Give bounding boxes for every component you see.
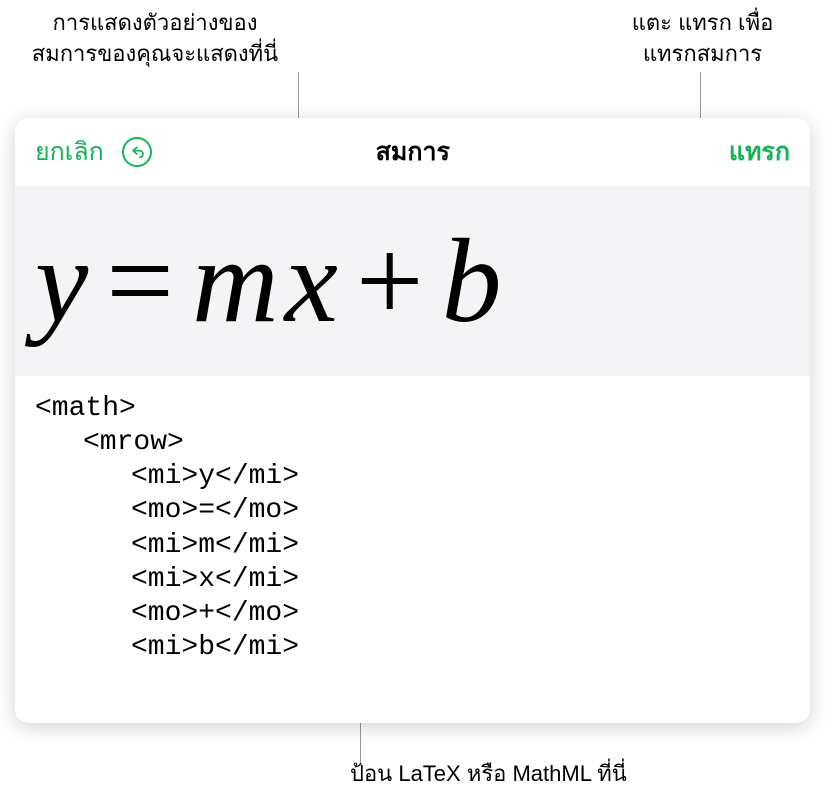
code-line-7: <mo>+</mo> bbox=[35, 597, 790, 631]
code-editor[interactable]: <math> <mrow><mi>y</mi><mo>=</mo><mi>m</… bbox=[15, 376, 810, 723]
code-line-2: <mrow> bbox=[35, 426, 790, 460]
toolbar: ยกเลิก สมการ แทรก bbox=[15, 118, 810, 186]
code-line-6: <mi>x</mi> bbox=[35, 563, 790, 597]
code-line-1: <math> bbox=[35, 393, 136, 424]
code-line-5: <mi>m</mi> bbox=[35, 529, 790, 563]
eq-op-plus: + bbox=[356, 214, 430, 347]
cancel-button[interactable]: ยกเลิก bbox=[35, 132, 104, 172]
callout-editor-text: ป้อน LaTeX หรือ MathML ที่นี่ bbox=[350, 761, 627, 786]
insert-button[interactable]: แทรก bbox=[729, 132, 790, 172]
panel-title: สมการ bbox=[97, 132, 729, 172]
callout-preview: การแสดงตัวอย่างของ สมการของคุณจะแสดงที่น… bbox=[10, 8, 300, 70]
callout-insert-line1: แตะ แทรก เพื่อ bbox=[632, 10, 774, 35]
code-line-3: <mi>y</mi> bbox=[35, 460, 790, 494]
callout-insert: แตะ แทรก เพื่อ แทรกสมการ bbox=[590, 8, 815, 70]
eq-var-x: x bbox=[285, 214, 344, 347]
eq-op-equals: = bbox=[106, 214, 180, 347]
equation-preview: y=mx+b bbox=[15, 186, 810, 376]
callout-preview-line1: การแสดงตัวอย่างของ bbox=[53, 10, 258, 35]
equation-rendered: y=mx+b bbox=[35, 221, 508, 341]
code-line-8: <mi>b</mi> bbox=[35, 631, 790, 665]
eq-var-y: y bbox=[35, 214, 94, 347]
equation-editor-panel: ยกเลิก สมการ แทรก y=mx+b <math> <mrow><m… bbox=[15, 118, 810, 723]
eq-var-m: m bbox=[192, 214, 285, 347]
eq-var-b: b bbox=[442, 214, 508, 347]
callout-preview-line2: สมการของคุณจะแสดงที่นี่ bbox=[32, 41, 278, 66]
code-line-4: <mo>=</mo> bbox=[35, 494, 790, 528]
callout-editor: ป้อน LaTeX หรือ MathML ที่นี่ bbox=[350, 759, 680, 790]
callout-insert-line2: แทรกสมการ bbox=[643, 41, 762, 66]
